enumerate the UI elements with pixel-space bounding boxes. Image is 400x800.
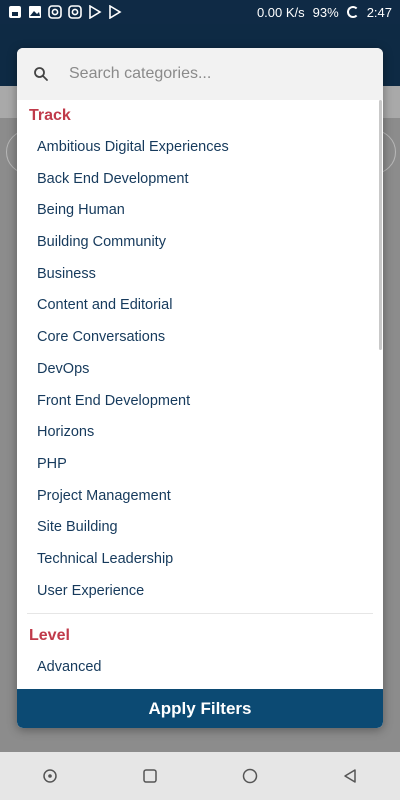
category-item[interactable]: PHP xyxy=(17,449,383,481)
category-item[interactable]: DevOps xyxy=(17,354,383,386)
category-item[interactable]: Front End Development xyxy=(17,386,383,418)
category-item[interactable]: Core Conversations xyxy=(17,322,383,354)
category-filter-modal: Track Ambitious Digital Experiences Back… xyxy=(17,48,383,728)
category-item[interactable]: Horizons xyxy=(17,417,383,449)
category-item[interactable]: Site Building xyxy=(17,512,383,544)
section-title-level: Level xyxy=(29,627,70,645)
network-speed: 0.00 K/s xyxy=(256,4,305,20)
list-scrollbar[interactable] xyxy=(379,100,382,350)
category-item[interactable]: Business xyxy=(17,259,383,291)
search-input[interactable] xyxy=(67,64,383,84)
search-icon xyxy=(33,66,49,82)
assistant-icon[interactable] xyxy=(39,765,61,787)
category-item[interactable]: User Experience xyxy=(17,576,383,608)
notification-icons xyxy=(8,5,122,19)
clock: 2:47 xyxy=(366,4,392,20)
recents-icon[interactable] xyxy=(139,765,161,787)
category-item[interactable]: Ambitious Digital Experiences xyxy=(17,132,383,164)
category-item[interactable]: Project Management xyxy=(17,481,383,513)
section-divider xyxy=(27,613,373,615)
category-item[interactable]: Being Human xyxy=(17,195,383,227)
category-item[interactable]: Building Community xyxy=(17,227,383,259)
instagram-icon xyxy=(48,5,62,19)
status-bar: 0.00 K/s 93% 2:47 xyxy=(0,0,400,24)
system-nav-bar xyxy=(0,752,400,800)
play-store-icon xyxy=(109,5,122,19)
battery-level: 93% xyxy=(312,4,339,20)
battery-icon xyxy=(346,6,359,18)
category-item[interactable]: Technical Leadership xyxy=(17,544,383,576)
sim-card-icon xyxy=(9,6,21,18)
search-bar xyxy=(17,48,383,100)
category-list: Track Ambitious Digital Experiences Back… xyxy=(17,100,383,690)
play-store-icon xyxy=(89,5,102,19)
section-title-track: Track xyxy=(29,107,71,124)
category-item[interactable]: Content and Editorial xyxy=(17,290,383,322)
apply-filters-button[interactable]: Apply Filters xyxy=(17,689,383,728)
instagram-icon xyxy=(68,5,82,19)
home-icon[interactable] xyxy=(239,765,261,787)
category-item[interactable]: Back End Development xyxy=(17,164,383,196)
image-icon xyxy=(29,6,41,18)
category-item[interactable]: Advanced xyxy=(17,652,383,684)
back-icon[interactable] xyxy=(339,765,361,787)
